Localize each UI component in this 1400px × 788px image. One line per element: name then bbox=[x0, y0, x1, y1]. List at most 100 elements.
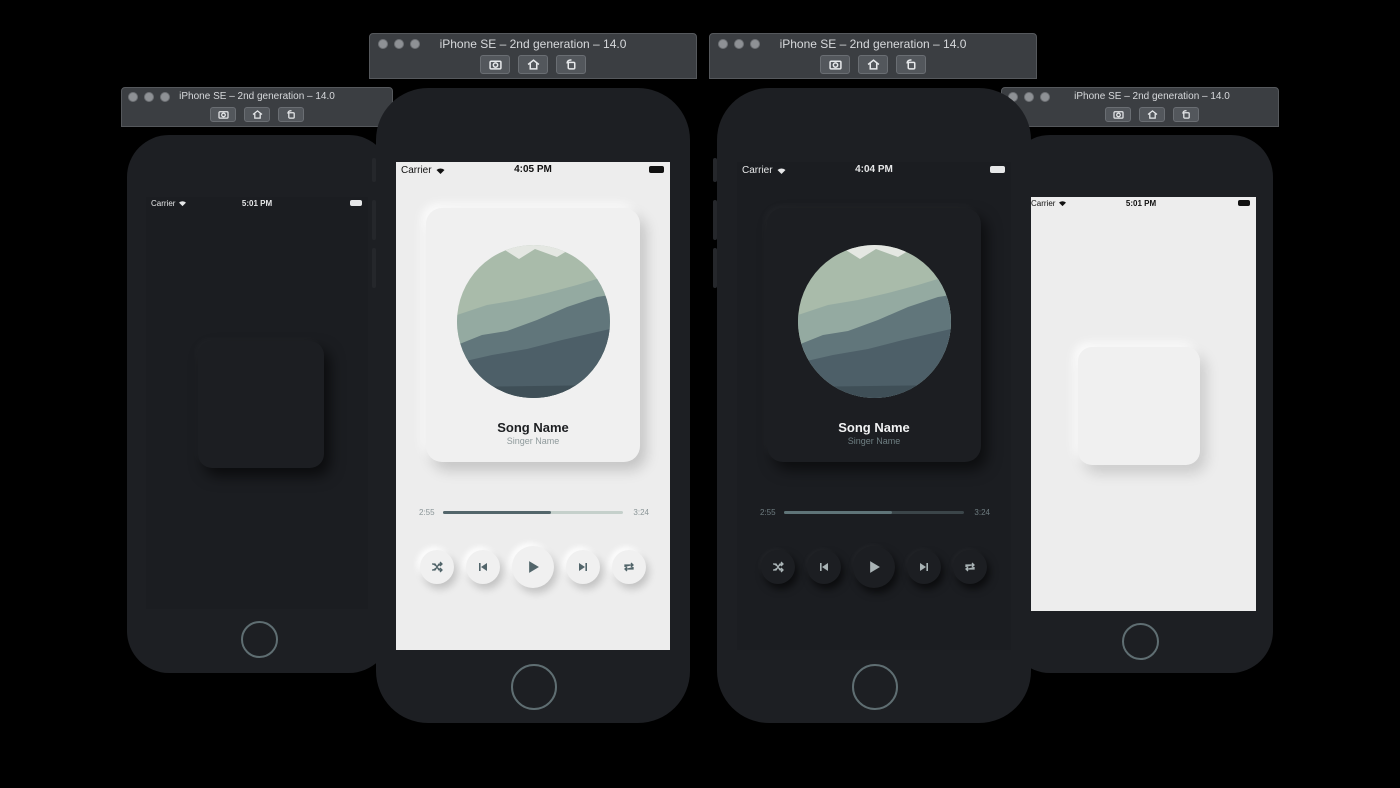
progress-fill bbox=[784, 511, 892, 514]
now-playing-card: Song Name Singer Name bbox=[767, 208, 981, 462]
rotate-button[interactable] bbox=[556, 55, 586, 74]
play-icon bbox=[870, 561, 880, 573]
device-frame: Carrier 5:01 PM bbox=[1008, 135, 1273, 673]
playback-controls bbox=[420, 546, 646, 588]
rotate-icon bbox=[905, 59, 916, 70]
previous-icon bbox=[820, 563, 828, 571]
elapsed-time: 2:55 bbox=[419, 508, 435, 517]
progress-slider[interactable] bbox=[784, 511, 964, 514]
screenshot-icon bbox=[488, 60, 502, 70]
home-hardware-button[interactable] bbox=[511, 664, 557, 710]
repeat-button[interactable] bbox=[612, 550, 646, 584]
shuffle-icon bbox=[432, 561, 443, 573]
battery-icon bbox=[649, 166, 664, 173]
device-screen: Carrier 4:04 PM Song Name Singer Name 2:… bbox=[737, 162, 1011, 650]
home-button[interactable] bbox=[518, 55, 548, 74]
singer-name: Singer Name bbox=[847, 436, 901, 446]
window-title: iPhone SE – 2nd generation – 14.0 bbox=[1074, 91, 1230, 102]
next-icon bbox=[920, 563, 928, 571]
singer-name: Singer Name bbox=[506, 436, 560, 446]
song-name: Song Name bbox=[838, 420, 910, 435]
home-icon bbox=[527, 59, 539, 70]
player-card-placeholder bbox=[198, 341, 324, 468]
next-icon bbox=[579, 563, 587, 571]
screenshot-icon bbox=[828, 60, 842, 70]
album-art bbox=[798, 245, 951, 398]
device-screen: Carrier 5:01 PM bbox=[146, 197, 368, 609]
previous-icon bbox=[479, 563, 487, 571]
player-card-placeholder bbox=[1078, 347, 1200, 465]
screenshot-button[interactable] bbox=[210, 107, 236, 122]
clock: 4:05 PM bbox=[514, 164, 552, 175]
repeat-icon bbox=[624, 562, 634, 572]
progress-fill bbox=[443, 511, 551, 514]
next-button[interactable] bbox=[907, 550, 941, 584]
status-bar: Carrier 5:01 PM bbox=[146, 197, 368, 209]
battery-icon bbox=[350, 200, 362, 206]
window-title: iPhone SE – 2nd generation – 14.0 bbox=[179, 91, 335, 102]
play-icon bbox=[529, 561, 539, 573]
playback-controls bbox=[761, 546, 987, 588]
home-button[interactable] bbox=[1139, 107, 1165, 122]
device-frame: Carrier 5:01 PM bbox=[127, 135, 391, 673]
screenshot-button[interactable] bbox=[480, 55, 510, 74]
previous-button[interactable] bbox=[466, 550, 500, 584]
volume-down-button bbox=[713, 248, 717, 288]
previous-button[interactable] bbox=[807, 550, 841, 584]
home-hardware-button[interactable] bbox=[852, 664, 898, 710]
rotate-icon bbox=[565, 59, 576, 70]
mute-switch bbox=[372, 158, 376, 182]
screenshot-button[interactable] bbox=[820, 55, 850, 74]
home-hardware-button[interactable] bbox=[1122, 623, 1159, 660]
next-button[interactable] bbox=[566, 550, 600, 584]
album-art-image bbox=[457, 245, 610, 398]
screenshot-button[interactable] bbox=[1105, 107, 1131, 122]
home-icon bbox=[1147, 110, 1157, 119]
simulator-titlebar[interactable]: iPhone SE – 2nd generation – 14.0 bbox=[1001, 87, 1279, 127]
home-icon bbox=[867, 59, 879, 70]
device-screen: Carrier 5:01 PM bbox=[1026, 197, 1256, 611]
progress-row: 2:55 3:24 bbox=[419, 508, 649, 520]
screenshot-icon bbox=[1112, 111, 1124, 119]
volume-up-button bbox=[372, 200, 376, 240]
album-art bbox=[457, 245, 610, 398]
simulator-titlebar[interactable]: iPhone SE – 2nd generation – 14.0 bbox=[369, 33, 697, 79]
rotate-button[interactable] bbox=[278, 107, 304, 122]
rotate-icon bbox=[286, 110, 295, 119]
status-bar: Carrier 5:01 PM bbox=[1026, 197, 1256, 209]
simulator-titlebar[interactable]: iPhone SE – 2nd generation – 14.0 bbox=[709, 33, 1037, 79]
clock: 5:01 PM bbox=[241, 199, 273, 208]
duration-time: 3:24 bbox=[974, 508, 990, 517]
elapsed-time: 2:55 bbox=[760, 508, 776, 517]
play-button[interactable] bbox=[512, 546, 554, 588]
status-bar: Carrier 4:04 PM bbox=[737, 162, 1011, 178]
status-bar: Carrier 4:05 PM bbox=[396, 162, 670, 178]
song-name: Song Name bbox=[497, 420, 569, 435]
play-button[interactable] bbox=[853, 546, 895, 588]
rotate-icon bbox=[1181, 110, 1190, 119]
home-hardware-button[interactable] bbox=[241, 621, 278, 658]
device-frame: Carrier 4:05 PM Song Name Singer Name 2:… bbox=[372, 88, 690, 723]
window-title: iPhone SE – 2nd generation – 14.0 bbox=[779, 37, 967, 51]
battery-icon bbox=[1238, 200, 1250, 206]
window-title: iPhone SE – 2nd generation – 14.0 bbox=[439, 37, 627, 51]
screenshot-icon bbox=[217, 111, 229, 119]
repeat-button[interactable] bbox=[953, 550, 987, 584]
now-playing-card: Song Name Singer Name bbox=[426, 208, 640, 462]
repeat-icon bbox=[965, 562, 975, 572]
rotate-button[interactable] bbox=[896, 55, 926, 74]
mute-switch bbox=[713, 158, 717, 182]
clock: 5:01 PM bbox=[1125, 199, 1157, 208]
shuffle-icon bbox=[773, 561, 784, 573]
progress-slider[interactable] bbox=[443, 511, 623, 514]
shuffle-button[interactable] bbox=[761, 550, 795, 584]
home-button[interactable] bbox=[244, 107, 270, 122]
rotate-button[interactable] bbox=[1173, 107, 1199, 122]
home-button[interactable] bbox=[858, 55, 888, 74]
shuffle-button[interactable] bbox=[420, 550, 454, 584]
progress-row: 2:55 3:24 bbox=[760, 508, 990, 520]
simulator-titlebar[interactable]: iPhone SE – 2nd generation – 14.0 bbox=[121, 87, 393, 127]
battery-icon bbox=[990, 166, 1005, 173]
device-screen: Carrier 4:05 PM Song Name Singer Name 2:… bbox=[396, 162, 670, 650]
device-frame: Carrier 4:04 PM Song Name Singer Name 2:… bbox=[713, 88, 1031, 723]
